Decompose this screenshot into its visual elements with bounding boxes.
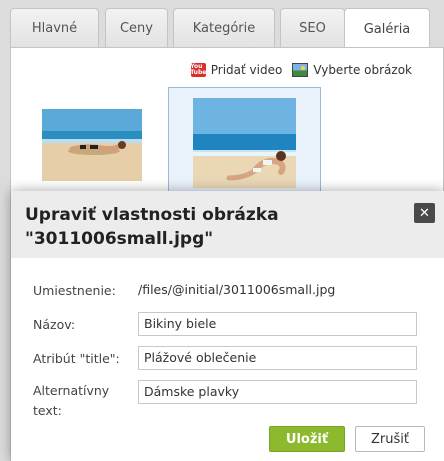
dialog-title-line1: Upraviť vlastnosti obrázka bbox=[25, 205, 279, 225]
tab-gallery[interactable]: Galéria bbox=[344, 8, 430, 49]
dialog-title: Upraviť vlastnosti obrázka "3011006small… bbox=[25, 203, 385, 251]
alt-text-field[interactable]: Dámske plavky bbox=[138, 380, 417, 404]
alt-text-label-line2: text: bbox=[33, 403, 62, 418]
tab-prices[interactable]: Ceny bbox=[105, 8, 168, 48]
dialog-title-line2: "3011006small.jpg" bbox=[25, 229, 214, 249]
edit-image-dialog: Upraviť vlastnosti obrázka "3011006small… bbox=[11, 191, 444, 461]
tab-main[interactable]: Hlavné bbox=[10, 8, 99, 48]
select-images-button[interactable]: Vyberte obrázok bbox=[292, 63, 412, 77]
beach-photo bbox=[42, 109, 142, 181]
name-field[interactable]: Bikiny biele bbox=[138, 312, 417, 336]
tab-categories[interactable]: Kategórie bbox=[173, 8, 275, 48]
close-icon: ✕ bbox=[419, 205, 430, 221]
dialog-header: Upraviť vlastnosti obrázka "3011006small… bbox=[11, 191, 444, 258]
name-label: Názov: bbox=[33, 317, 76, 332]
add-video-label: Pridať video bbox=[210, 63, 283, 77]
gallery-thumbnail[interactable] bbox=[42, 109, 142, 181]
save-button[interactable]: Uložiť bbox=[269, 426, 345, 452]
gallery-actions: You Tube Pridať video Vyberte obrázok bbox=[190, 63, 412, 77]
gallery-thumbnail-selected[interactable] bbox=[168, 87, 321, 197]
location-label: Umiestnenie: bbox=[33, 283, 116, 298]
alt-text-label-line1: Alternatívny bbox=[33, 383, 110, 398]
close-button[interactable]: ✕ bbox=[414, 203, 435, 223]
alt-text-label: Alternatívny text: bbox=[33, 381, 109, 421]
location-value: /files/@initial/3011006small.jpg bbox=[138, 282, 336, 297]
select-images-label: Vyberte obrázok bbox=[313, 63, 412, 77]
cancel-button[interactable]: Zrušiť bbox=[355, 426, 425, 452]
youtube-icon: You Tube bbox=[190, 63, 207, 77]
beach-photo-selected bbox=[193, 98, 296, 188]
tab-seo[interactable]: SEO bbox=[280, 8, 345, 48]
title-attribute-field[interactable]: Plážové oblečenie bbox=[138, 346, 417, 370]
title-attribute-label: Atribút "title": bbox=[33, 351, 120, 366]
image-icon bbox=[292, 63, 309, 77]
add-video-button[interactable]: You Tube Pridať video bbox=[190, 63, 283, 77]
